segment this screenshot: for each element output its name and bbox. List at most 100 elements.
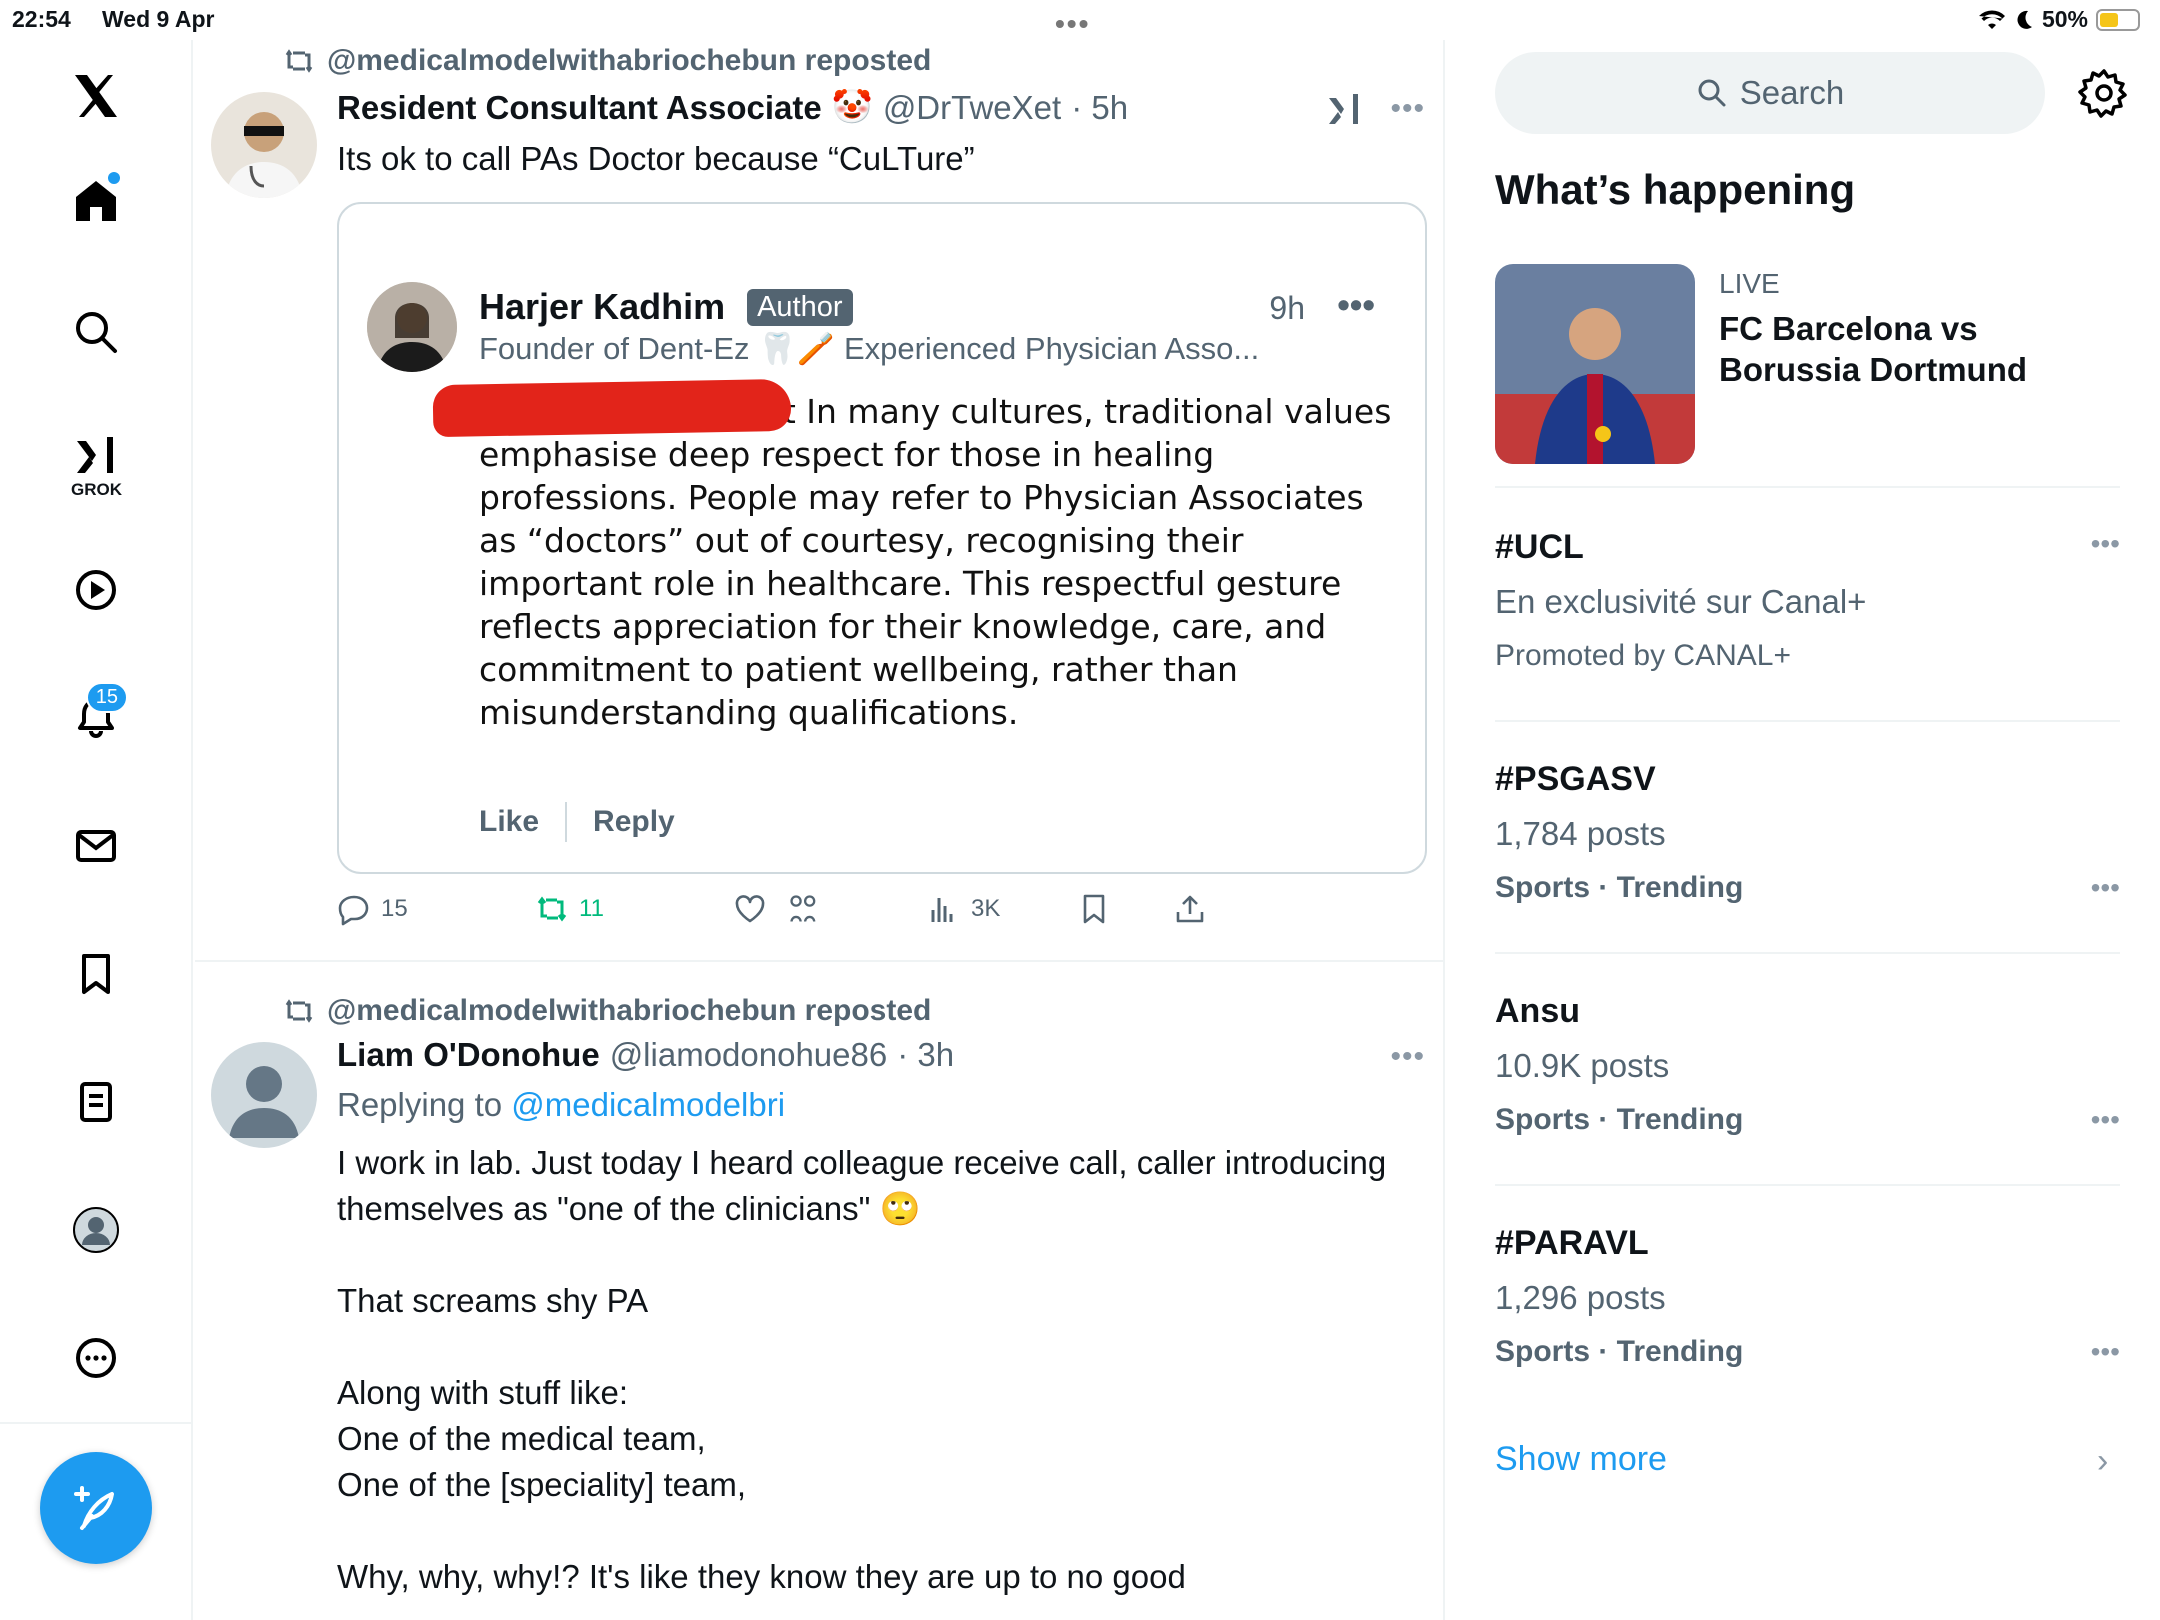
nav-profile[interactable] <box>60 1194 132 1266</box>
chevron-right-icon[interactable]: › <box>2097 1442 2108 1481</box>
more-options-icon[interactable]: ••• <box>1390 92 1425 126</box>
views-chart-icon <box>931 898 953 922</box>
trend-title: Ansu <box>1495 992 1580 1030</box>
author-name[interactable]: Resident Consultant Associate <box>337 89 822 127</box>
nav-notifications[interactable]: 15 <box>60 682 132 754</box>
multitask-handle[interactable]: ••• <box>1055 8 1090 40</box>
search-icon <box>76 312 117 353</box>
trend-meta: Sports · Trending <box>1495 1103 1744 1136</box>
compose-post-button[interactable] <box>40 1452 152 1564</box>
share-icon <box>1176 895 1204 923</box>
compose-feather-icon <box>74 1486 114 1530</box>
tweet-time[interactable]: · 3h <box>897 1036 954 1074</box>
trend-title: #PARAVL <box>1495 1224 1649 1262</box>
more-options-icon[interactable]: ••• <box>1390 1040 1425 1074</box>
quote-like-button[interactable]: Like <box>479 805 539 839</box>
play-circle-icon <box>76 570 116 610</box>
reply-icon <box>338 895 369 926</box>
repost-by: @medicalmodelwithabriochebun reposted <box>327 44 932 77</box>
tweet-text: Its ok to call PAs Doctor because “CuLTu… <box>337 140 975 177</box>
trend-item[interactable]: #PARAVL 1,296 posts Sports · Trending ••… <box>1495 1224 2120 1369</box>
grok-explain-icon[interactable] <box>1325 90 1365 135</box>
show-more-link[interactable]: Show more <box>1495 1440 1667 1479</box>
nav-more[interactable] <box>60 1322 132 1394</box>
quote-author: Harjer Kadhim Author <box>479 286 853 328</box>
author-handle[interactable]: @liamodonohue86 <box>610 1036 888 1074</box>
quote-author-name[interactable]: Harjer Kadhim <box>479 286 725 328</box>
trend-subtitle: En exclusivité sur Canal+ <box>1495 583 1867 620</box>
quote-body: ir understands that In many cultures, tr… <box>479 390 1399 734</box>
repost-active-icon <box>537 896 567 922</box>
divider <box>1495 486 2120 488</box>
avatar[interactable] <box>211 92 317 198</box>
trend-meta: Promoted by CANAL+ <box>1495 639 1791 672</box>
right-sidebar: Search What’s happening LIVE FC Barcelon… <box>1447 40 2160 1620</box>
x-logo-icon[interactable] <box>60 60 132 132</box>
nav-home[interactable] <box>60 164 132 236</box>
tweet-time[interactable]: · 5h <box>1071 89 1128 127</box>
trend-item[interactable]: Ansu 10.9K posts Sports · Trending ••• <box>1495 992 2120 1137</box>
live-event-image <box>1495 264 1695 464</box>
settings-gear-icon[interactable] <box>2077 66 2131 120</box>
battery-level <box>2100 12 2118 27</box>
reply-button[interactable]: 15 <box>337 892 408 926</box>
quoted-comment-card[interactable]: Harjer Kadhim Author 9h ••• Founder of D… <box>337 202 1427 874</box>
search-placeholder: Search <box>1739 74 1845 111</box>
nav-divider <box>0 1422 193 1424</box>
status-time: 22:54 <box>12 6 71 32</box>
live-event-card[interactable]: LIVE FC Barcelona vs Borussia Dortmund <box>1495 264 2120 464</box>
trend-item[interactable]: #UCL En exclusivité sur Canal+ Promoted … <box>1495 528 2120 673</box>
quote-actions: Like Reply <box>479 802 675 842</box>
grok-icon <box>77 437 113 473</box>
default-avatar[interactable] <box>211 1042 317 1148</box>
status-icons: 50% <box>1978 6 2140 33</box>
replying-to-label: Replying to <box>337 1086 512 1123</box>
trend-more-icon[interactable]: ••• <box>2091 1104 2120 1136</box>
moon-icon <box>2017 10 2032 29</box>
left-navigation: GROK 15 <box>0 40 193 1620</box>
quote-action-divider <box>565 802 568 842</box>
repost-indicator: @medicalmodelwithabriochebun reposted <box>283 44 931 78</box>
replying-to-handle[interactable]: @medicalmodelbri <box>511 1086 785 1123</box>
author-handle[interactable]: @DrTweXet <box>883 89 1061 127</box>
trend-more-icon[interactable]: ••• <box>2091 1336 2120 1368</box>
trend-more-icon[interactable]: ••• <box>2091 872 2120 904</box>
trend-meta: Sports · Trending <box>1495 1335 1744 1368</box>
trend-title: #UCL <box>1495 528 1584 566</box>
list-icon <box>80 1082 112 1122</box>
trend-title: #PSGASV <box>1495 760 1656 798</box>
share-button[interactable] <box>1173 892 1207 926</box>
views-button[interactable]: 3K <box>927 892 1000 926</box>
notifications-badge: 15 <box>85 682 128 713</box>
nav-messages[interactable] <box>60 810 132 882</box>
nav-video[interactable] <box>60 554 132 626</box>
profile-avatar-icon <box>73 1207 119 1253</box>
quote-more-icon[interactable]: ••• <box>1337 284 1375 326</box>
author-name[interactable]: Liam O'Donohue <box>337 1036 600 1074</box>
more-circle-icon <box>76 1338 116 1378</box>
bookmark-button[interactable] <box>1077 892 1111 926</box>
replying-to: Replying to @medicalmodelbri <box>337 1082 1417 1128</box>
wifi-icon <box>1978 9 2005 29</box>
nav-bookmarks[interactable] <box>60 938 132 1010</box>
nav-lists[interactable] <box>60 1066 132 1138</box>
trend-item[interactable]: #PSGASV 1,784 posts Sports · Trending ••… <box>1495 760 2120 905</box>
repost-button[interactable]: 11 <box>535 892 604 926</box>
timeline: @medicalmodelwithabriochebun reposted Re… <box>195 40 1445 1620</box>
divider <box>1495 720 2120 722</box>
live-label: LIVE <box>1719 268 1780 299</box>
like-button[interactable] <box>733 892 821 926</box>
quote-body-text: understands that In many cultures, tradi… <box>479 392 1392 732</box>
quote-reply-button[interactable]: Reply <box>593 805 675 839</box>
grok-label: GROK <box>71 480 122 499</box>
section-title: What’s happening <box>1495 166 1856 213</box>
nav-explore[interactable] <box>60 296 132 368</box>
trend-subtitle: 1,784 posts <box>1495 815 1666 852</box>
repost-indicator: @medicalmodelwithabriochebun reposted <box>283 994 931 1028</box>
quote-avatar[interactable] <box>367 282 457 372</box>
trend-more-icon[interactable]: ••• <box>2091 528 2120 560</box>
repost-icon <box>285 999 313 1023</box>
search-input[interactable]: Search <box>1495 52 2045 134</box>
trend-meta: Sports · Trending <box>1495 871 1744 904</box>
battery-icon <box>2096 8 2140 31</box>
